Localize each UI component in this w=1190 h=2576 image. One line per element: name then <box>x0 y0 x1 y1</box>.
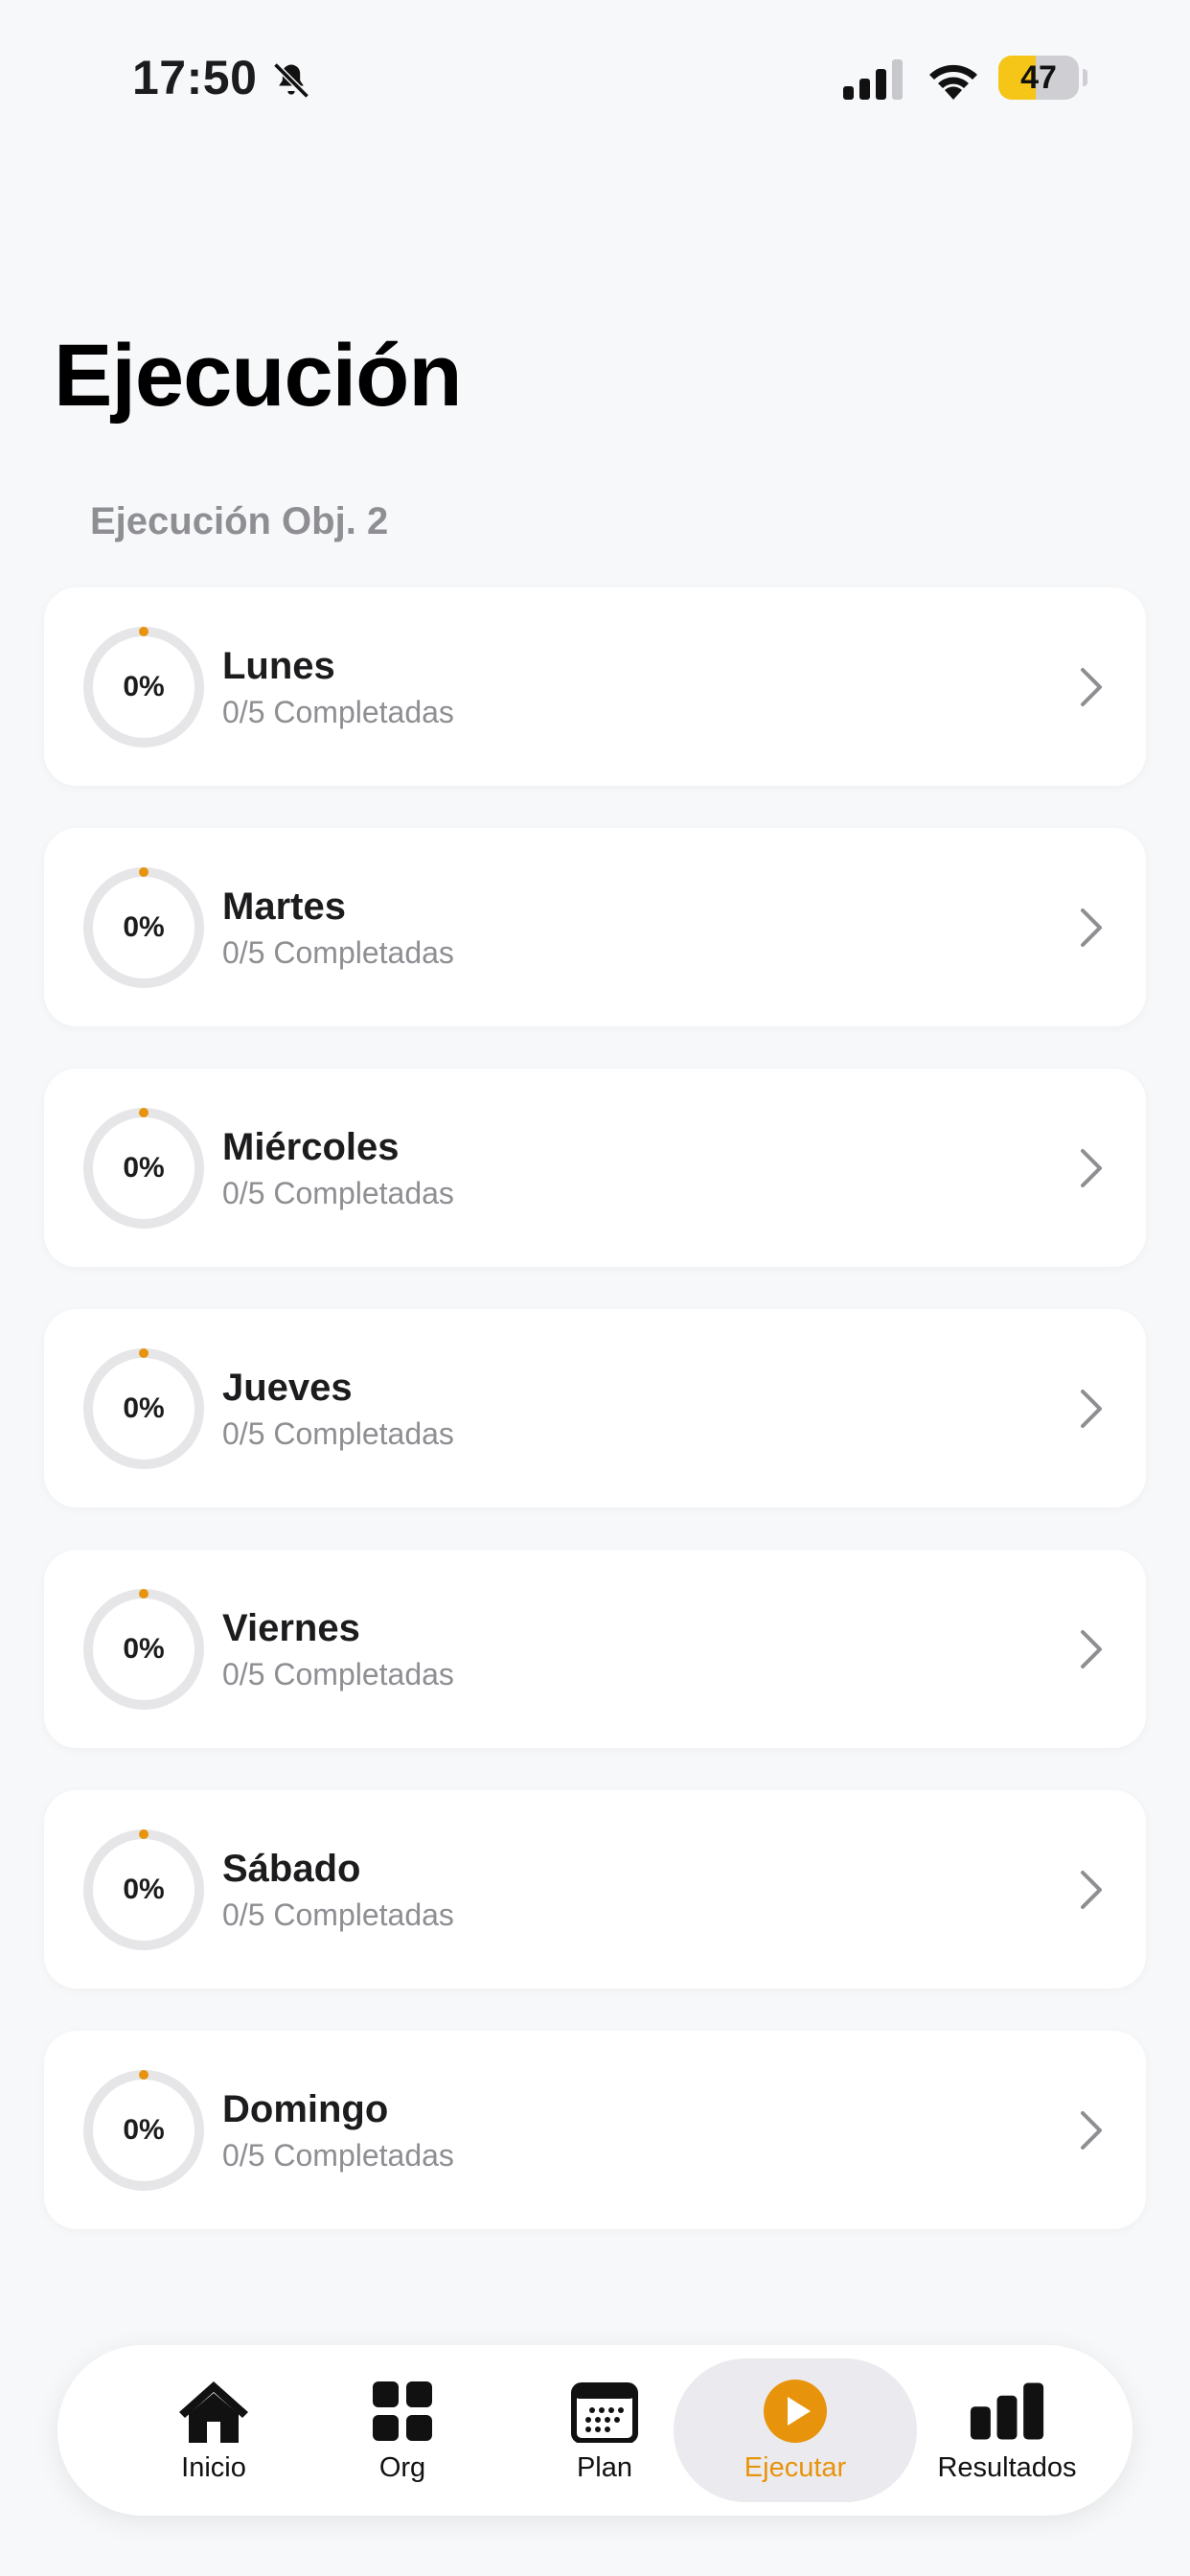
day-completed-count: 0/5 Completadas <box>222 2138 454 2173</box>
day-card[interactable]: 0% Jueves 0/5 Completadas <box>44 1309 1146 1507</box>
day-card[interactable]: 0% Miércoles 0/5 Completadas <box>44 1069 1146 1267</box>
chevron-right-icon <box>1081 668 1102 706</box>
wifi-icon <box>929 64 977 100</box>
play-circle-icon <box>757 2378 834 2445</box>
tab-label: Ejecutar <box>744 2451 847 2483</box>
status-time: 17:50 <box>132 51 258 104</box>
page-title: Ejecución <box>54 327 463 425</box>
tab-label: Inicio <box>181 2451 246 2483</box>
day-completed-count: 0/5 Completadas <box>222 1898 454 1932</box>
progress-ring: 0% <box>82 1588 205 1711</box>
day-name: Domingo <box>222 2088 389 2130</box>
bell-slash-icon <box>273 62 309 99</box>
progress-percent: 0% <box>123 1152 165 1184</box>
progress-percent: 0% <box>123 1874 165 1905</box>
progress-ring: 0% <box>82 1347 205 1470</box>
tab-resultados[interactable]: Resultados <box>906 2345 1108 2516</box>
status-bar: 17:50 47 <box>0 0 1190 163</box>
tab-ejecutar[interactable]: Ejecutar <box>674 2358 917 2502</box>
progress-ring: 0% <box>82 1107 205 1230</box>
progress-percent: 0% <box>123 2114 165 2146</box>
day-card[interactable]: 0% Lunes 0/5 Completadas <box>44 587 1146 786</box>
chevron-right-icon <box>1081 1149 1102 1187</box>
battery-percent: 47 <box>1020 58 1057 96</box>
day-name: Sábado <box>222 1848 361 1890</box>
chevron-right-icon <box>1081 908 1102 947</box>
bar-chart-icon <box>969 2378 1045 2445</box>
tab-inicio[interactable]: Inicio <box>113 2345 314 2516</box>
day-completed-count: 0/5 Completadas <box>222 1176 454 1210</box>
chevron-right-icon <box>1081 1871 1102 1909</box>
chevron-right-icon <box>1081 1390 1102 1428</box>
day-completed-count: 0/5 Completadas <box>222 935 454 970</box>
day-name: Martes <box>222 886 346 928</box>
tab-org[interactable]: Org <box>302 2345 503 2516</box>
progress-percent: 0% <box>123 911 165 943</box>
calendar-icon <box>566 2378 643 2445</box>
tab-label: Org <box>378 2451 426 2483</box>
day-card[interactable]: 0% Martes 0/5 Completadas <box>44 828 1146 1026</box>
day-card[interactable]: 0% Sábado 0/5 Completadas <box>44 1790 1146 1989</box>
section-label: Ejecución Obj. 2 <box>90 500 389 542</box>
progress-percent: 0% <box>123 671 165 702</box>
grid-icon <box>364 2378 441 2445</box>
tab-label: Plan <box>576 2451 633 2483</box>
progress-ring: 0% <box>82 866 205 989</box>
day-name: Lunes <box>222 645 335 687</box>
battery-nub <box>1083 69 1087 86</box>
day-card[interactable]: 0% Viernes 0/5 Completadas <box>44 1550 1146 1748</box>
progress-ring: 0% <box>82 2069 205 2192</box>
day-completed-count: 0/5 Completadas <box>222 1657 454 1691</box>
progress-ring: 0% <box>82 626 205 748</box>
cellular-signal-icon <box>843 59 903 100</box>
day-name: Viernes <box>222 1607 360 1649</box>
day-completed-count: 0/5 Completadas <box>222 695 454 729</box>
chevron-right-icon <box>1081 1630 1102 1668</box>
progress-percent: 0% <box>123 1392 165 1424</box>
tab-bar: Inicio Org Plan Ejecutar Resultados <box>57 2345 1133 2516</box>
chevron-right-icon <box>1081 2111 1102 2150</box>
home-icon <box>175 2378 252 2445</box>
day-name: Jueves <box>222 1367 353 1409</box>
day-completed-count: 0/5 Completadas <box>222 1416 454 1451</box>
day-name: Miércoles <box>222 1126 400 1168</box>
progress-ring: 0% <box>82 1828 205 1951</box>
day-list: 0% Lunes 0/5 Completadas 0% Martes 0/5 Comple… <box>44 587 1146 2271</box>
day-card[interactable]: 0% Domingo 0/5 Completadas <box>44 2031 1146 2229</box>
progress-percent: 0% <box>123 1633 165 1665</box>
battery-icon: 47 <box>998 56 1079 100</box>
tab-label: Resultados <box>937 2451 1077 2483</box>
